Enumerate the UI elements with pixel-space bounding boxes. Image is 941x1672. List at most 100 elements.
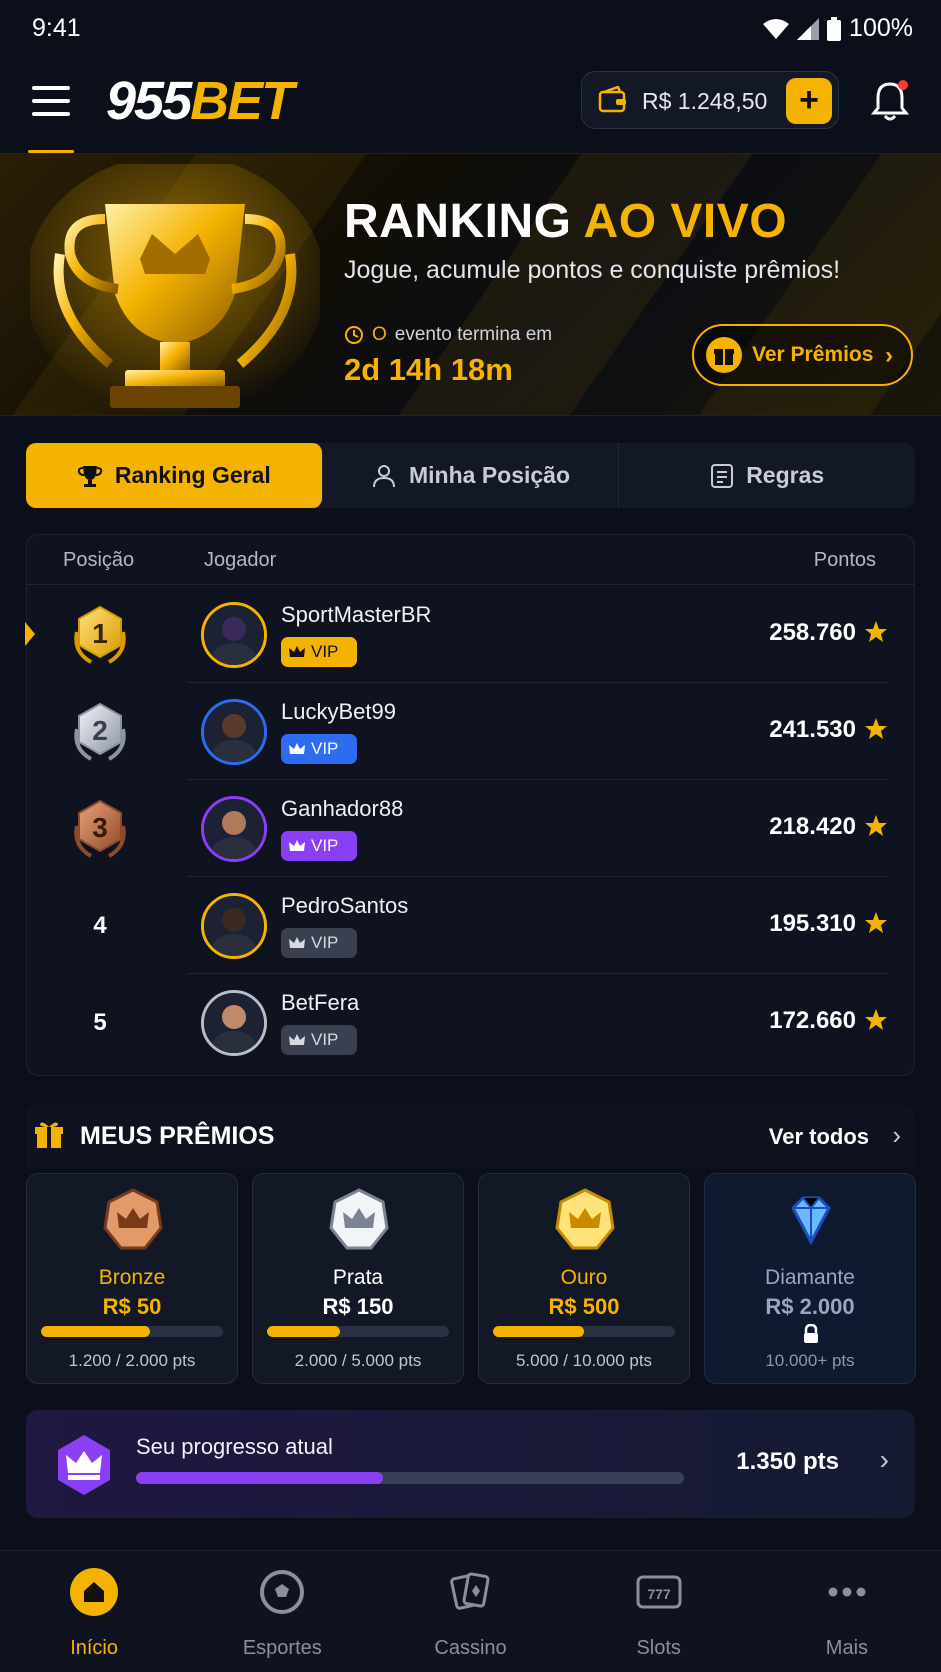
- progress-bar: [136, 1472, 684, 1484]
- crown-emblem-icon: [555, 1188, 615, 1250]
- crown-icon: [289, 937, 305, 948]
- vip-badge: VIP: [281, 734, 357, 764]
- ranking-row[interactable]: 4 PedroSantos VIP 195.310: [27, 877, 914, 974]
- menu-icon[interactable]: [32, 86, 70, 116]
- column-points: Pontos: [813, 549, 876, 571]
- player-name: LuckyBet99: [281, 699, 396, 724]
- vip-badge: VIP: [281, 1025, 357, 1055]
- progress-points: 1.350 pts: [736, 1448, 839, 1475]
- slot-machine-icon: 777: [636, 1575, 682, 1609]
- nav-inicio[interactable]: Início: [0, 1551, 188, 1672]
- bottom-navigation: Início Esportes Cassino 777 Slots Mais: [0, 1550, 941, 1672]
- current-marker: [25, 622, 35, 646]
- vip-badge: VIP: [281, 831, 357, 861]
- nav-slots[interactable]: 777 Slots: [565, 1551, 753, 1672]
- star-icon: [865, 718, 887, 739]
- menu-indicator: [28, 150, 74, 153]
- event-ends-label: Oevento termina em: [344, 324, 552, 346]
- table-header: Posição Jogador Pontos: [27, 535, 914, 585]
- prize-value: R$ 2.000: [765, 1294, 855, 1319]
- home-icon: [70, 1568, 119, 1616]
- clock-icon: [345, 326, 363, 344]
- ranking-row[interactable]: 3 Ganhador88 VIP 218.420: [27, 780, 914, 877]
- player-name: BetFera: [281, 990, 360, 1015]
- player-name: Ganhador88: [281, 796, 404, 821]
- player-name: SportMasterBR: [281, 602, 432, 627]
- avatar: [201, 602, 267, 668]
- prize-points: 5.000 / 10.000 pts: [515, 1351, 653, 1370]
- ranking-table: Posição Jogador Pontos 1 SportMasterBR V…: [25, 534, 915, 1076]
- tab-minha-posicao[interactable]: Minha Posição: [323, 443, 620, 508]
- column-position: Posição: [63, 549, 135, 571]
- column-player: Jogador: [204, 549, 277, 571]
- prize-progress-bar: [493, 1326, 675, 1337]
- status-icons: 100%: [763, 14, 913, 43]
- prize-value: R$ 50: [102, 1294, 162, 1319]
- deposit-button[interactable]: +: [786, 78, 832, 124]
- position-number: 4: [93, 912, 107, 939]
- position-cell: 4: [67, 893, 133, 959]
- prize-value: R$ 150: [322, 1294, 394, 1319]
- hero-subtitle: Jogue, acumule pontos e conquiste prêmio…: [344, 256, 841, 284]
- silver-medal-icon: 2: [67, 699, 133, 765]
- tab-ranking-geral[interactable]: Ranking Geral: [26, 443, 323, 508]
- app-header: 955BET R$ 1.248,50 +: [0, 58, 941, 154]
- prize-card-ouro[interactable]: Ouro R$ 500 5.000 / 10.000 pts: [478, 1173, 690, 1384]
- player-points: 218.420: [769, 813, 856, 840]
- star-icon: [865, 815, 887, 836]
- player-points: 195.310: [769, 910, 856, 937]
- ranking-row[interactable]: 1 SportMasterBR VIP 258.760: [25, 586, 914, 683]
- avatar: [201, 796, 267, 862]
- vip-badge: VIP: [281, 928, 357, 958]
- ranking-row[interactable]: 5 BetFera VIP 172.660: [27, 974, 914, 1071]
- position-cell: 1: [67, 602, 133, 668]
- status-bar: 9:41 100%: [0, 0, 941, 58]
- view-prizes-button[interactable]: Ver Prêmios ›: [692, 324, 913, 386]
- chevron-right-icon: ›: [885, 342, 893, 369]
- nav-cassino[interactable]: Cassino: [376, 1551, 564, 1672]
- prize-tier-name: Ouro: [560, 1266, 608, 1289]
- current-progress-card[interactable]: Seu progresso atual 1.350 pts ›: [26, 1410, 915, 1518]
- document-icon: [711, 463, 734, 488]
- wallet-icon: [598, 86, 626, 113]
- prize-value: R$ 500: [548, 1294, 620, 1319]
- my-prizes-header: MEUS PRÊMIOS Ver todos ›: [26, 1104, 915, 1168]
- prize-tier-name: Diamante: [765, 1266, 855, 1289]
- prize-card-bronze[interactable]: Bronze R$ 50 1.200 / 2.000 pts: [26, 1173, 238, 1384]
- crown-emblem-icon: [329, 1188, 389, 1250]
- bronze-medal-icon: 3: [67, 796, 133, 862]
- nav-esportes[interactable]: Esportes: [188, 1551, 376, 1672]
- see-all-link[interactable]: Ver todos: [769, 1124, 869, 1150]
- prize-card-diamante[interactable]: Diamante R$ 2.000 10.000+ pts: [704, 1173, 916, 1384]
- avatar: [201, 893, 267, 959]
- position-number: 5: [93, 1009, 107, 1036]
- chevron-right-icon[interactable]: ›: [892, 1120, 901, 1151]
- diamond-icon: [791, 1196, 831, 1246]
- avatar: [201, 699, 267, 765]
- more-icon: [828, 1587, 866, 1597]
- balance-amount: R$ 1.248,50: [642, 88, 768, 114]
- crown-icon: [289, 646, 305, 657]
- battery-percent: 100%: [849, 14, 913, 42]
- nav-mais[interactable]: Mais: [753, 1551, 941, 1672]
- wallet-balance[interactable]: R$ 1.248,50 +: [581, 71, 839, 129]
- gift-icon: [706, 337, 742, 373]
- user-icon: [372, 464, 395, 487]
- crown-icon: [289, 743, 305, 754]
- ranking-row[interactable]: 2 LuckyBet99 VIP 241.530: [27, 683, 914, 780]
- tab-regras[interactable]: Regras: [619, 443, 915, 508]
- prize-card-prata[interactable]: Prata R$ 150 2.000 / 5.000 pts: [252, 1173, 464, 1384]
- logo[interactable]: 955BET: [106, 70, 294, 132]
- star-icon: [865, 621, 887, 642]
- notification-bell-icon[interactable]: [870, 78, 910, 122]
- star-icon: [865, 1009, 887, 1030]
- player-points: 258.760: [769, 619, 856, 646]
- prize-points: 10.000+ pts: [765, 1351, 855, 1370]
- trophy-icon: [30, 164, 320, 414]
- battery-icon: [827, 16, 842, 41]
- ball-icon: [260, 1570, 305, 1614]
- svg-text:777: 777: [647, 1586, 671, 1602]
- ranking-tabs: Ranking Geral Minha Posição Regras: [26, 443, 915, 508]
- crown-icon: [289, 840, 305, 851]
- prize-progress-bar: [41, 1326, 223, 1337]
